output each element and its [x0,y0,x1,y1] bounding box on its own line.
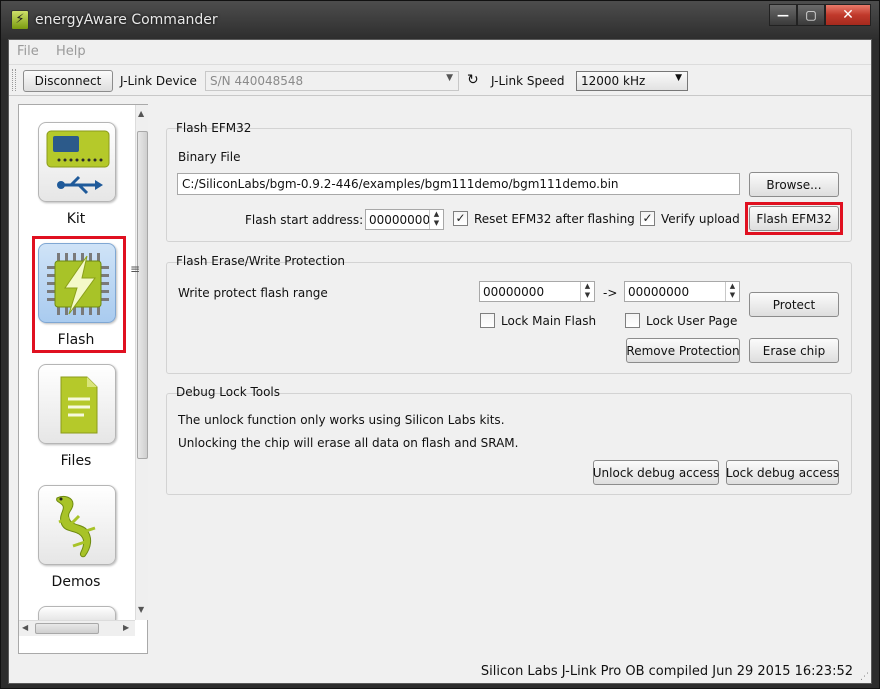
jlink-device-label: J-Link Device [120,74,197,88]
sidebar-item-demos-label: Demos [51,574,101,590]
title-bar: ⚡ energyAware Commander — ▢ ✕ [1,1,879,39]
protect-range-end-value: 00000000 [628,285,690,299]
flash-start-address-label: Flash start address: [245,213,364,227]
sidebar-item-more[interactable] [38,606,116,620]
connection-toolbar: Disconnect J-Link Device S/N 440048548 ▼… [9,64,871,96]
flash-protection-title: Flash Erase/Write Protection [176,254,346,268]
lock-main-flash-label: Lock Main Flash [501,313,597,328]
jlink-speed-value: 12000 kHz [581,74,646,88]
spin-arrows-icon[interactable]: ▲ ▼ [725,282,739,301]
file-icon [60,376,98,434]
flash-highlight [32,236,126,353]
resize-grip-icon[interactable]: ⋰ [860,672,869,682]
toolbar-grip[interactable] [12,69,16,91]
verify-upload-checkbox[interactable]: ✓ Verify upload [640,211,740,226]
checkmark-icon: ✓ [640,211,655,226]
lock-main-flash-checkbox[interactable]: Lock Main Flash [480,313,596,328]
verify-upload-label: Verify upload [661,211,740,226]
chevron-down-icon: ▼ [446,73,453,83]
sidebar-item-demos[interactable] [38,485,116,565]
binary-file-label: Binary File [178,150,241,164]
binary-file-input[interactable]: C:/SiliconLabs/bgm-0.9.2-446/examples/bg… [177,173,740,195]
sidebar-hscroll-thumb[interactable] [35,623,99,634]
write-protect-range-label: Write protect flash range [178,286,328,300]
scroll-right-icon[interactable]: ▶ [123,623,129,632]
sidebar-vertical-scrollbar[interactable]: ▲ ▼ [135,105,148,620]
jlink-device-value: S/N 440048548 [210,74,304,88]
chevron-down-icon: ▼ [675,73,682,83]
protect-range-start-value: 00000000 [483,285,545,299]
range-arrow: -> [603,286,618,300]
checkbox-empty-icon [625,313,640,328]
kit-icon [46,130,110,195]
refresh-icon[interactable]: ↻ [467,72,479,88]
browse-button[interactable]: Browse... [749,172,839,197]
flash-start-address-value: 00000000 [369,213,431,227]
debug-info-line-2: Unlocking the chip will erase all data o… [178,436,519,450]
reset-after-flashing-checkbox[interactable]: ✓ Reset EFM32 after flashing [453,211,635,226]
menu-bar: File Help [9,40,871,62]
remove-protection-button[interactable]: Remove Protection [626,338,740,363]
maximize-icon[interactable]: ▢ [797,4,825,26]
erase-chip-button[interactable]: Erase chip [749,338,839,363]
sidebar-item-files-label: Files [60,453,92,469]
window-title: energyAware Commander [35,12,218,28]
unlock-debug-access-button[interactable]: Unlock debug access [593,460,719,485]
lock-user-page-label: Lock User Page [646,313,738,328]
scroll-down-icon[interactable]: ▼ [138,605,144,614]
jlink-speed-label: J-Link Speed [491,74,565,88]
checkbox-empty-icon [480,313,495,328]
sidebar-item-kit[interactable] [38,122,116,202]
status-text: Silicon Labs J-Link Pro OB compiled Jun … [480,664,853,679]
flash-start-address-spinbox[interactable]: 00000000 ▲ ▼ [365,209,444,230]
status-bar: Silicon Labs J-Link Pro OB compiled Jun … [9,660,871,684]
flash-button-highlight [745,202,843,235]
gecko-icon [56,495,96,558]
reset-after-flashing-label: Reset EFM32 after flashing [474,211,635,226]
lock-debug-access-button[interactable]: Lock debug access [726,460,839,485]
app-logo-icon: ⚡ [11,10,29,30]
lock-user-page-checkbox[interactable]: Lock User Page [625,313,737,328]
close-icon[interactable]: ✕ [825,4,871,26]
spin-arrows-icon[interactable]: ▲ ▼ [580,282,594,301]
checkmark-icon: ✓ [453,211,468,226]
scroll-left-icon[interactable]: ◀ [22,623,28,632]
debug-info-line-1: The unlock function only works using Sil… [178,413,505,427]
disconnect-button[interactable]: Disconnect [23,70,113,92]
sidebar-item-files[interactable] [38,364,116,444]
sidebar: Kit Flash Files Demos ▲ ▼ ◀ ▶ [18,104,148,654]
protect-button[interactable]: Protect [749,292,839,317]
splitter-handle-icon[interactable]: ≡ [130,262,140,276]
app-window: ⚡ energyAware Commander — ▢ ✕ File Help … [0,0,880,689]
sidebar-horizontal-scrollbar[interactable]: ◀ ▶ [19,620,135,636]
scroll-up-icon[interactable]: ▲ [138,109,144,118]
minimize-icon[interactable]: — [769,4,797,26]
flash-efm32-title: Flash EFM32 [176,121,252,135]
protect-range-end-spinbox[interactable]: 00000000 ▲ ▼ [624,281,740,302]
window-controls: — ▢ ✕ [769,4,871,26]
debug-lock-title: Debug Lock Tools [176,385,281,399]
sidebar-item-kit-label: Kit [66,211,86,227]
spin-arrows-icon[interactable]: ▲ ▼ [429,210,443,229]
menu-file[interactable]: File [17,44,39,59]
jlink-device-select[interactable]: S/N 440048548 ▼ [205,71,459,91]
jlink-speed-select[interactable]: 12000 kHz ▼ [576,71,688,91]
menu-help[interactable]: Help [56,44,86,59]
sidebar-scroll-thumb[interactable] [137,131,148,459]
client-area: File Help Disconnect J-Link Device S/N 4… [8,39,872,684]
protect-range-start-spinbox[interactable]: 00000000 ▲ ▼ [479,281,595,302]
